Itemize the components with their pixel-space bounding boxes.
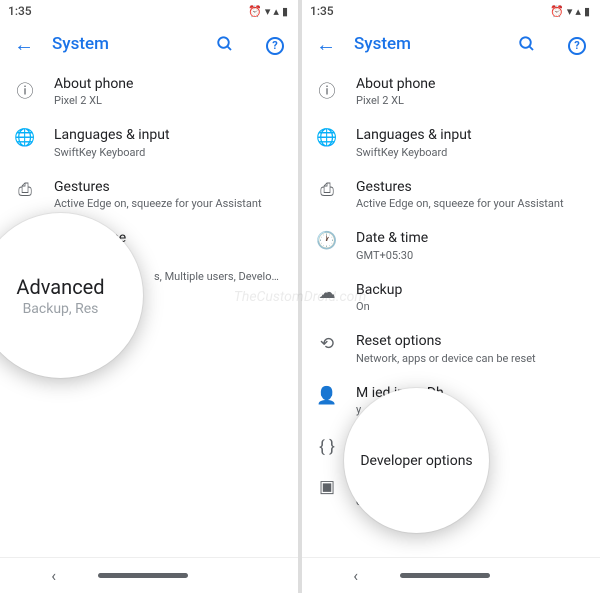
item-label: tem update — [356, 475, 586, 493]
item-sub: Active Edge on, squeeze for your Assista… — [356, 197, 586, 211]
item-sub: Active Edge on, squeeze for your Assista… — [54, 197, 284, 211]
wifi-icon: ▾ — [265, 5, 271, 18]
nav-home-pill[interactable] — [98, 573, 188, 578]
item-gestures[interactable]: ⎙ GesturesActive Edge on, squeeze for yo… — [302, 169, 600, 220]
item-label: Date & time — [54, 229, 284, 247]
signal-icon: ▴ — [575, 5, 581, 18]
item-label: M ied in as Dh — [356, 384, 586, 402]
right-screen: 1:35 ⏰ ▾ ▴ ▮ ← System ? ⓘ About phonePix… — [302, 0, 600, 593]
item-update[interactable]: ▣ tem update d 9 — [302, 466, 600, 517]
page-title: System — [354, 34, 486, 54]
statusbar: 1:35 ⏰ ▾ ▴ ▮ — [0, 0, 298, 22]
info-icon: ⓘ — [14, 75, 36, 102]
item-sub: Pixel 2 XL — [356, 94, 586, 108]
item-gestures[interactable]: ⎙ GesturesActive Edge on, squeeze for yo… — [0, 169, 298, 220]
item-sub: SwiftKey Keyboard — [356, 146, 586, 160]
reset-icon: ⟲ — [316, 332, 338, 354]
globe-icon: 🌐 — [14, 126, 36, 148]
item-label: Date & time — [356, 229, 586, 247]
item-sub: SwiftKey Keyboard — [54, 146, 284, 160]
update-icon: ▣ — [316, 475, 338, 497]
item-languages[interactable]: 🌐 Languages & input SwiftKey Keyboard — [0, 117, 298, 168]
item-label: Backup — [356, 281, 586, 299]
item-label: Reset options — [356, 332, 586, 350]
item-label: Gestures — [356, 178, 586, 196]
battery-icon: ▮ — [584, 5, 590, 18]
item-sub: GMT+05:30 — [356, 249, 586, 263]
nav-back-icon[interactable]: ‹ — [353, 566, 358, 585]
braces-icon: { } — [316, 435, 338, 457]
back-button[interactable]: ← — [14, 32, 34, 57]
status-icons: ⏰ ▾ ▴ ▮ — [550, 5, 590, 18]
gestures-icon: ⎙ — [14, 178, 36, 200]
back-button[interactable]: ← — [316, 32, 336, 57]
item-about-phone[interactable]: ⓘ About phonePixel 2 XL — [0, 66, 298, 117]
left-screen: 1:35 ⏰ ▾ ▴ ▮ ← System ? ⓘ About phonePix… — [0, 0, 298, 593]
item-sub: s, Multiple users, Developer o.. — [154, 270, 284, 284]
signal-icon: ▴ — [273, 5, 279, 18]
page-title: System — [52, 34, 184, 54]
user-icon: 👤 — [316, 384, 338, 406]
item-sub: Network, apps or device can be reset — [356, 352, 586, 366]
item-sub: y — [356, 403, 586, 417]
settings-list: ⓘ About phonePixel 2 XL 🌐 Languages & in… — [302, 66, 600, 557]
globe-icon: 🌐 — [316, 126, 338, 148]
status-icons: ⏰ ▾ ▴ ▮ — [248, 5, 288, 18]
search-icon[interactable] — [518, 35, 536, 53]
settings-list: ⓘ About phonePixel 2 XL 🌐 Languages & in… — [0, 66, 298, 557]
cloud-icon: ☁ — [316, 281, 338, 303]
nav-back-icon[interactable]: ‹ — [51, 566, 56, 585]
item-sub: On — [356, 300, 586, 314]
item-label: Languages & input — [356, 126, 586, 144]
help-icon[interactable]: ? — [568, 33, 586, 55]
item-reset[interactable]: ⟲ Reset options Network, apps or device c… — [302, 323, 600, 374]
search-icon[interactable] — [216, 35, 234, 53]
status-time: 1:35 — [310, 4, 334, 18]
nav-home-pill[interactable] — [400, 573, 490, 578]
help-icon[interactable]: ? — [266, 33, 284, 55]
item-advanced[interactable]: ⌄ s, Multiple users, Developer o.. — [0, 260, 298, 300]
item-label: Gestures — [54, 178, 284, 196]
item-sub: d 9 — [356, 495, 586, 509]
gestures-icon: ⎙ — [316, 178, 338, 200]
item-languages[interactable]: 🌐 Languages & input SwiftKey Keyboard — [302, 117, 600, 168]
chevron-down-icon: ⌄ — [14, 269, 36, 291]
item-label: About phone — [54, 75, 284, 93]
item-label: Languages & input — [54, 126, 284, 144]
alarm-icon: ⏰ — [248, 5, 262, 18]
battery-icon: ▮ — [282, 5, 288, 18]
header: ← System ? — [0, 22, 298, 66]
item-user[interactable]: 👤 M ied in as Dhy — [302, 375, 600, 426]
item-date-time[interactable]: 🕐 Date & time — [0, 220, 298, 260]
status-time: 1:35 — [8, 4, 32, 18]
item-label: About phone — [356, 75, 586, 93]
item-about-phone[interactable]: ⓘ About phonePixel 2 XL — [302, 66, 600, 117]
clock-icon: 🕐 — [14, 229, 36, 251]
header: ← System ? — [302, 22, 600, 66]
item-backup[interactable]: ☁ BackupOn — [302, 272, 600, 323]
clock-icon: 🕐 — [316, 229, 338, 251]
alarm-icon: ⏰ — [550, 5, 564, 18]
navbar: ‹ — [0, 557, 298, 593]
statusbar: 1:35 ⏰ ▾ ▴ ▮ — [302, 0, 600, 22]
item-date-time[interactable]: 🕐 Date & time GMT+05:30 — [302, 220, 600, 271]
navbar: ‹ — [302, 557, 600, 593]
item-developer[interactable]: { } — [302, 426, 600, 466]
item-sub: Pixel 2 XL — [54, 94, 284, 108]
wifi-icon: ▾ — [567, 5, 573, 18]
info-icon: ⓘ — [316, 75, 338, 102]
